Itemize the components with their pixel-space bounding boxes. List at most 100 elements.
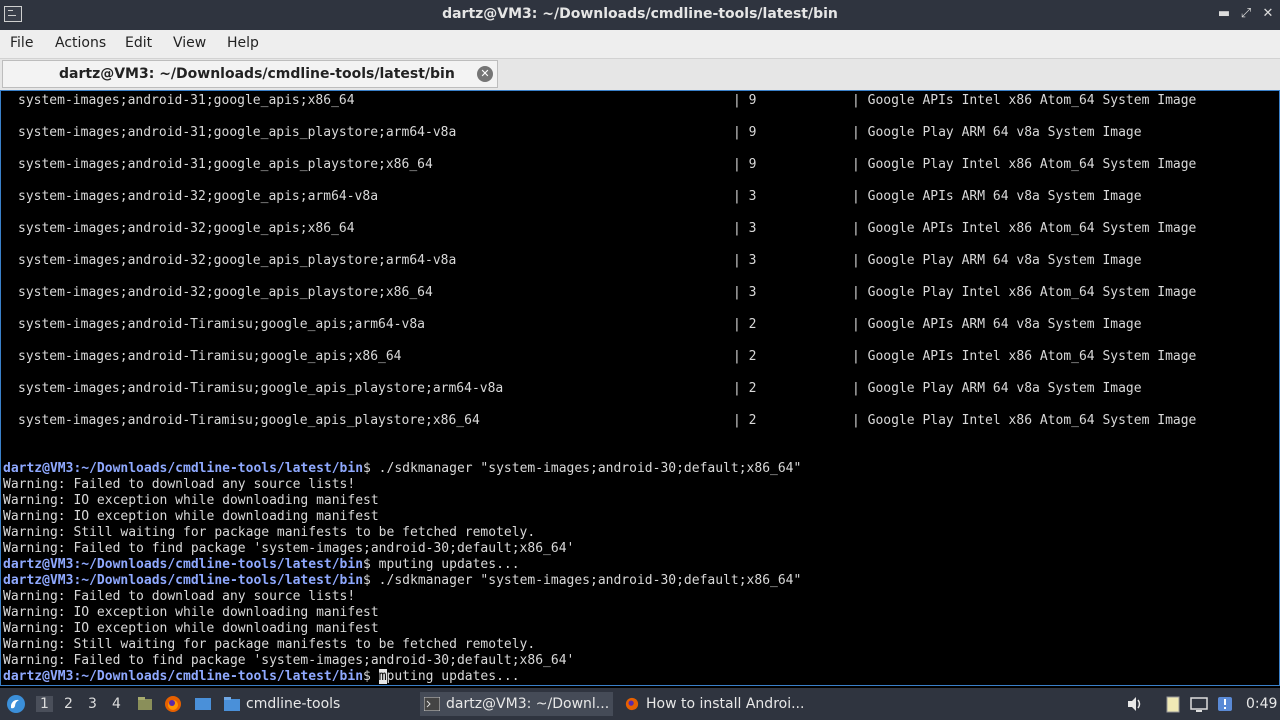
notification-icon[interactable]: [1216, 695, 1234, 713]
output-text: Warning: IO exception while downloading …: [3, 605, 379, 620]
package-path: system-images;android-31;google_apis_pla…: [18, 157, 433, 172]
task-terminal[interactable]: dartz@VM3: ~/Downl...: [420, 692, 614, 716]
task-terminal-label: dartz@VM3: ~/Downl...: [446, 696, 610, 712]
terminal-tab-label: dartz@VM3: ~/Downloads/cmdline-tools/lat…: [59, 66, 455, 82]
volume-icon[interactable]: [1126, 695, 1144, 713]
package-version-value: 2: [748, 349, 757, 364]
package-path: system-images;android-Tiramisu;google_ap…: [18, 349, 402, 364]
package-description: | Google Play ARM 64 v8a System Image: [852, 381, 1142, 396]
package-version-value: 3: [748, 221, 757, 236]
package-description: | Google APIs Intel x86 Atom_64 System I…: [852, 93, 1197, 108]
menu-view[interactable]: View: [173, 35, 206, 51]
current-command-text: puting updates...: [386, 669, 520, 684]
clock: 0:49: [1246, 696, 1278, 712]
package-description: | Google Play Intel x86 Atom_64 System I…: [852, 285, 1197, 300]
firefox-icon: [625, 697, 639, 711]
output-text: Warning: Failed to download any source l…: [3, 589, 356, 604]
output-line: Warning: IO exception while downloading …: [3, 493, 379, 509]
output-line: Warning: Still waiting for package manif…: [3, 637, 535, 653]
output-line: Warning: Failed to find package 'system-…: [3, 653, 574, 669]
output-line: Warning: Still waiting for package manif…: [3, 525, 535, 541]
workspace-1[interactable]: 1: [36, 696, 53, 712]
package-version-value: 3: [748, 285, 757, 300]
maximize-button[interactable]: ⤢: [1236, 4, 1256, 24]
package-version: | 2: [733, 413, 757, 428]
close-window-button[interactable]: ✕: [1258, 4, 1278, 24]
output-text: Warning: Still waiting for package manif…: [3, 525, 536, 540]
clipboard-icon[interactable]: [1164, 695, 1182, 713]
command-line: dartz@VM3:~/Downloads/cmdline-tools/late…: [3, 573, 801, 589]
terminal-tab[interactable]: dartz@VM3: ~/Downloads/cmdline-tools/lat…: [2, 60, 498, 88]
package-version-value: 2: [748, 413, 757, 428]
package-version-value: 2: [748, 317, 757, 332]
output-line: Warning: IO exception while downloading …: [3, 605, 379, 621]
package-description: | Google Play Intel x86 Atom_64 System I…: [852, 413, 1197, 428]
package-version: | 2: [733, 349, 757, 364]
package-path: system-images;android-Tiramisu;google_ap…: [18, 317, 425, 332]
package-version-value: 2: [748, 381, 757, 396]
package-version: | 9: [733, 93, 757, 108]
package-version-value: 9: [748, 157, 757, 172]
command-line: dartz@VM3:~/Downloads/cmdline-tools/late…: [3, 557, 520, 573]
package-description: | Google APIs Intel x86 Atom_64 System I…: [852, 349, 1197, 364]
package-description: | Google Play Intel x86 Atom_64 System I…: [852, 157, 1197, 172]
package-path: system-images;android-31;google_apis;x86…: [18, 93, 355, 108]
package-description-value: Google APIs Intel x86 Atom_64 System Ima…: [867, 93, 1197, 108]
output-line: Warning: Failed to find package 'system-…: [3, 541, 574, 557]
workspace-4[interactable]: 4: [112, 696, 121, 712]
shell-prompt: dartz@VM3:~/Downloads/cmdline-tools/late…: [3, 669, 364, 684]
package-version-value: 9: [748, 93, 757, 108]
window-title: dartz@VM3: ~/Downloads/cmdline-tools/lat…: [442, 6, 838, 22]
output-text: Warning: IO exception while downloading …: [3, 509, 379, 524]
minimize-button[interactable]: ▬: [1214, 4, 1234, 24]
start-menu-icon[interactable]: [6, 694, 26, 714]
task-file-manager[interactable]: cmdline-tools: [224, 692, 340, 716]
package-description: | Google APIs Intel x86 Atom_64 System I…: [852, 221, 1197, 236]
package-description: | Google APIs ARM 64 v8a System Image: [852, 317, 1142, 332]
package-version: | 3: [733, 253, 757, 268]
shell-prompt: dartz@VM3:~/Downloads/cmdline-tools/late…: [3, 557, 364, 572]
desktop-launcher-icon[interactable]: [194, 695, 212, 713]
package-path: system-images;android-Tiramisu;google_ap…: [18, 413, 480, 428]
menu-file[interactable]: File: [10, 35, 33, 51]
output-line: Warning: Failed to download any source l…: [3, 477, 355, 493]
firefox-launcher-icon[interactable]: [164, 695, 182, 713]
package-description-value: Google Play ARM 64 v8a System Image: [867, 253, 1142, 268]
output-text: Warning: Failed to find package 'system-…: [3, 653, 575, 668]
current-command-line[interactable]: dartz@VM3:~/Downloads/cmdline-tools/late…: [3, 669, 520, 685]
text-cursor: m: [378, 669, 387, 684]
package-path: system-images;android-31;google_apis_pla…: [18, 125, 457, 140]
command-text: $ mputing updates...: [363, 557, 520, 572]
workspace-2[interactable]: 2: [64, 696, 73, 712]
package-version: | 3: [733, 189, 757, 204]
package-description-value: Google APIs Intel x86 Atom_64 System Ima…: [867, 221, 1197, 236]
taskbar: 1 2 3 4 cmdline-tools dartz@VM3: ~/Downl…: [0, 688, 1280, 720]
terminal-output[interactable]: system-images;android-31;google_apis;x86…: [0, 90, 1280, 686]
file-manager-launcher-icon[interactable]: [136, 695, 154, 713]
package-description: | Google APIs ARM 64 v8a System Image: [852, 189, 1142, 204]
output-line: Warning: IO exception while downloading …: [3, 621, 379, 637]
workspace-3[interactable]: 3: [88, 696, 97, 712]
task-browser[interactable]: How to install Androi...: [624, 692, 804, 716]
output-text: Warning: IO exception while downloading …: [3, 621, 379, 636]
menu-edit[interactable]: Edit: [125, 35, 152, 51]
shell-prompt: dartz@VM3:~/Downloads/cmdline-tools/late…: [3, 461, 364, 476]
terminal-icon: [424, 697, 440, 711]
package-version-value: 3: [748, 189, 757, 204]
package-description-value: Google APIs ARM 64 v8a System Image: [867, 189, 1142, 204]
output-text: Warning: Failed to find package 'system-…: [3, 541, 575, 556]
output-text: Warning: Still waiting for package manif…: [3, 637, 536, 652]
task-file-manager-label: cmdline-tools: [246, 696, 341, 712]
display-icon[interactable]: [1190, 695, 1208, 713]
package-version: | 9: [733, 125, 757, 140]
menu-actions[interactable]: Actions: [55, 35, 106, 51]
command-line: dartz@VM3:~/Downloads/cmdline-tools/late…: [3, 461, 801, 477]
package-path: system-images;android-32;google_apis_pla…: [18, 253, 457, 268]
close-icon[interactable]: ✕: [477, 66, 493, 82]
package-description-value: Google Play ARM 64 v8a System Image: [867, 381, 1142, 396]
menu-help[interactable]: Help: [227, 35, 259, 51]
package-version-value: 3: [748, 253, 757, 268]
folder-icon: [224, 697, 240, 711]
output-line: Warning: Failed to download any source l…: [3, 589, 355, 605]
package-description-value: Google Play Intel x86 Atom_64 System Ima…: [867, 413, 1197, 428]
